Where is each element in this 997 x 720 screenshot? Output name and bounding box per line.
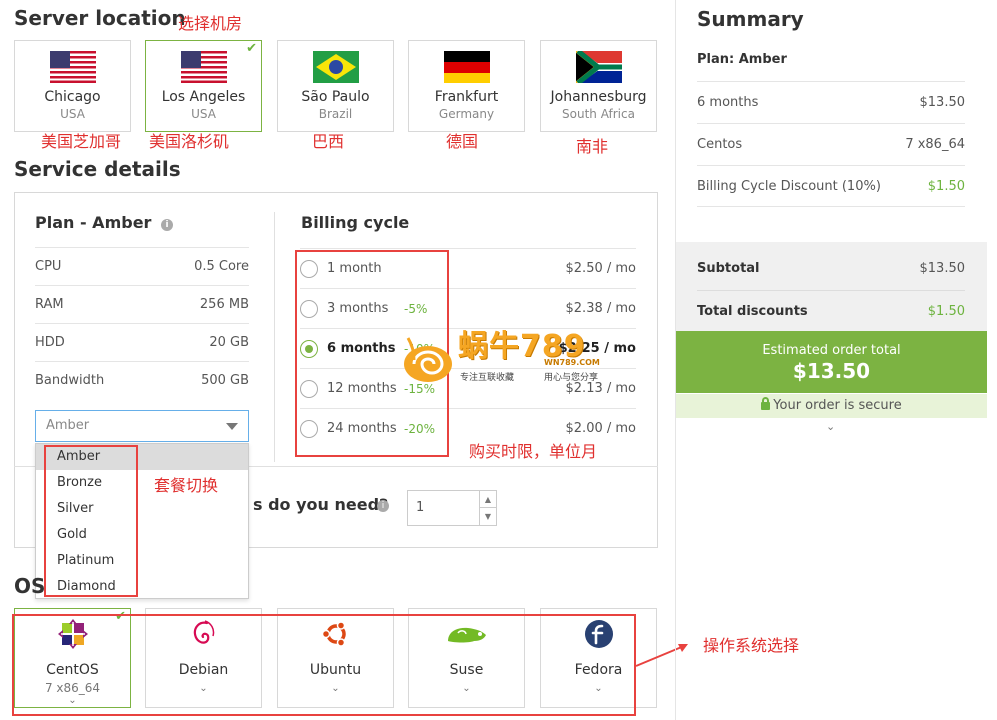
los-angeles-annotation: 美国洛杉矶 bbox=[149, 132, 230, 151]
germany-flag-icon bbox=[443, 51, 490, 83]
us-flag-icon bbox=[49, 51, 96, 83]
billing-price: $2.38 / mo bbox=[565, 301, 636, 316]
server-location-annotation: 选择机房 bbox=[178, 14, 243, 33]
plan-switch-annotation: 套餐切换 bbox=[154, 476, 219, 495]
johannesburg-annotation: 南非 bbox=[576, 137, 609, 156]
spec-row-cpu: CPU 0.5 Core bbox=[35, 247, 249, 285]
plan-title-text: Plan - Amber bbox=[35, 213, 152, 232]
subtotal-value: $13.50 bbox=[919, 261, 966, 276]
spec-label: RAM bbox=[35, 297, 64, 312]
location-card-johannesburg[interactable]: Johannesburg South Africa bbox=[540, 40, 657, 132]
plan-options-highlight bbox=[44, 445, 138, 597]
location-city: São Paulo bbox=[301, 89, 370, 105]
summary-title: Summary bbox=[697, 7, 804, 31]
summary-row-period: 6 months $13.50 bbox=[697, 81, 965, 123]
plan-title: Plan - Amber i bbox=[35, 213, 174, 232]
billing-price: $2.50 / mo bbox=[565, 261, 636, 276]
os-highlight bbox=[12, 614, 636, 716]
us-flag-icon bbox=[180, 51, 227, 83]
lock-icon bbox=[761, 397, 771, 410]
checkmark-icon: ✔ bbox=[246, 41, 257, 56]
billing-annotation: 购买时限，单位月 bbox=[469, 442, 598, 461]
chevron-down-icon bbox=[226, 423, 238, 430]
arrow-icon bbox=[635, 644, 688, 667]
spec-label: CPU bbox=[35, 259, 62, 274]
server-location-title: Server location bbox=[14, 6, 186, 30]
watermark-slogan-left: 专注互联收藏 bbox=[460, 373, 515, 383]
summary-label: Centos bbox=[697, 137, 743, 152]
secure-banner: Your order is secure bbox=[676, 394, 987, 418]
south-africa-flag-icon bbox=[575, 51, 622, 83]
location-card-frankfurt[interactable]: Frankfurt Germany bbox=[408, 40, 525, 132]
summary-row-os: Centos 7 x86_64 bbox=[697, 123, 965, 165]
increment-icon[interactable]: ▲ bbox=[480, 491, 496, 508]
watermark-domain: WN789.COM bbox=[544, 358, 600, 367]
location-card-chicago[interactable]: Chicago USA bbox=[14, 40, 131, 132]
summary-value: 7 x86_64 bbox=[905, 137, 965, 152]
summary-plan: Plan: Amber bbox=[697, 52, 787, 67]
stepper-buttons: ▲ ▼ bbox=[479, 491, 496, 525]
total-discounts-value: $1.50 bbox=[927, 304, 965, 319]
location-city: Johannesburg bbox=[550, 89, 647, 105]
spec-row-ram: RAM 256 MB bbox=[35, 285, 249, 323]
secure-text: Your order is secure bbox=[773, 398, 902, 413]
summary-row-discount: Billing Cycle Discount (10%) $1.50 bbox=[697, 165, 965, 207]
chevron-down-icon[interactable]: ⌄ bbox=[826, 420, 835, 433]
chicago-annotation: 美国芝加哥 bbox=[41, 132, 122, 151]
watermark: 蜗牛789 WN789.COM 专注互联收藏 用心与您分享 bbox=[396, 330, 646, 390]
plan-select[interactable]: Amber bbox=[35, 410, 249, 442]
estimated-total-value: $13.50 bbox=[792, 359, 871, 383]
location-country: Brazil bbox=[318, 107, 353, 121]
quantity-stepper[interactable]: 1 ▲ ▼ bbox=[407, 490, 497, 526]
spec-label: Bandwidth bbox=[35, 373, 105, 388]
total-discounts-label: Total discounts bbox=[697, 304, 808, 319]
quantity-value: 1 bbox=[416, 500, 425, 515]
location-country: Germany bbox=[438, 107, 495, 121]
estimated-total-box: Estimated order total $13.50 bbox=[676, 331, 987, 393]
brazil-flag-icon bbox=[312, 51, 359, 83]
location-country: USA bbox=[191, 107, 216, 121]
location-city: Frankfurt bbox=[434, 89, 499, 105]
spec-label: HDD bbox=[35, 335, 65, 350]
spec-value: 500 GB bbox=[201, 373, 249, 388]
total-discounts-row: Total discounts $1.50 bbox=[697, 290, 965, 332]
spec-value: 0.5 Core bbox=[194, 259, 249, 274]
summary-value: $1.50 bbox=[927, 179, 965, 194]
service-details-title: Service details bbox=[14, 157, 181, 181]
decrement-icon[interactable]: ▼ bbox=[480, 508, 496, 525]
location-card-sao-paulo[interactable]: São Paulo Brazil bbox=[277, 40, 394, 132]
summary-value: $13.50 bbox=[919, 95, 966, 110]
panel-divider bbox=[274, 212, 275, 462]
spec-row-hdd: HDD 20 GB bbox=[35, 323, 249, 361]
os-title: OS bbox=[14, 574, 46, 598]
spec-row-bandwidth: Bandwidth 500 GB bbox=[35, 361, 249, 399]
location-country: USA bbox=[60, 107, 85, 121]
summary-label: 6 months bbox=[697, 95, 759, 110]
info-icon[interactable]: i bbox=[161, 219, 174, 231]
quantity-question: s do you need? bbox=[253, 495, 389, 514]
plan-select-value: Amber bbox=[46, 418, 90, 433]
frankfurt-annotation: 德国 bbox=[446, 132, 479, 151]
estimated-total-label: Estimated order total bbox=[762, 343, 901, 358]
info-icon[interactable]: i bbox=[377, 500, 389, 512]
location-card-los-angeles[interactable]: ✔ Los Angeles USA bbox=[145, 40, 262, 132]
location-city: Chicago bbox=[44, 89, 101, 105]
location-country: South Africa bbox=[562, 107, 635, 121]
watermark-slogan-right: 用心与您分享 bbox=[544, 373, 599, 383]
snail-logo-icon bbox=[404, 337, 452, 382]
sao-paulo-annotation: 巴西 bbox=[312, 132, 345, 151]
spec-value: 256 MB bbox=[199, 297, 249, 312]
summary-label: Billing Cycle Discount (10%) bbox=[697, 179, 881, 194]
subtotal-label: Subtotal bbox=[697, 261, 760, 276]
spec-value: 20 GB bbox=[209, 335, 249, 350]
billing-cycle-title: Billing cycle bbox=[301, 213, 410, 232]
subtotal-row: Subtotal $13.50 bbox=[697, 248, 965, 290]
os-annotation: 操作系统选择 bbox=[703, 636, 800, 655]
location-city: Los Angeles bbox=[161, 89, 246, 105]
